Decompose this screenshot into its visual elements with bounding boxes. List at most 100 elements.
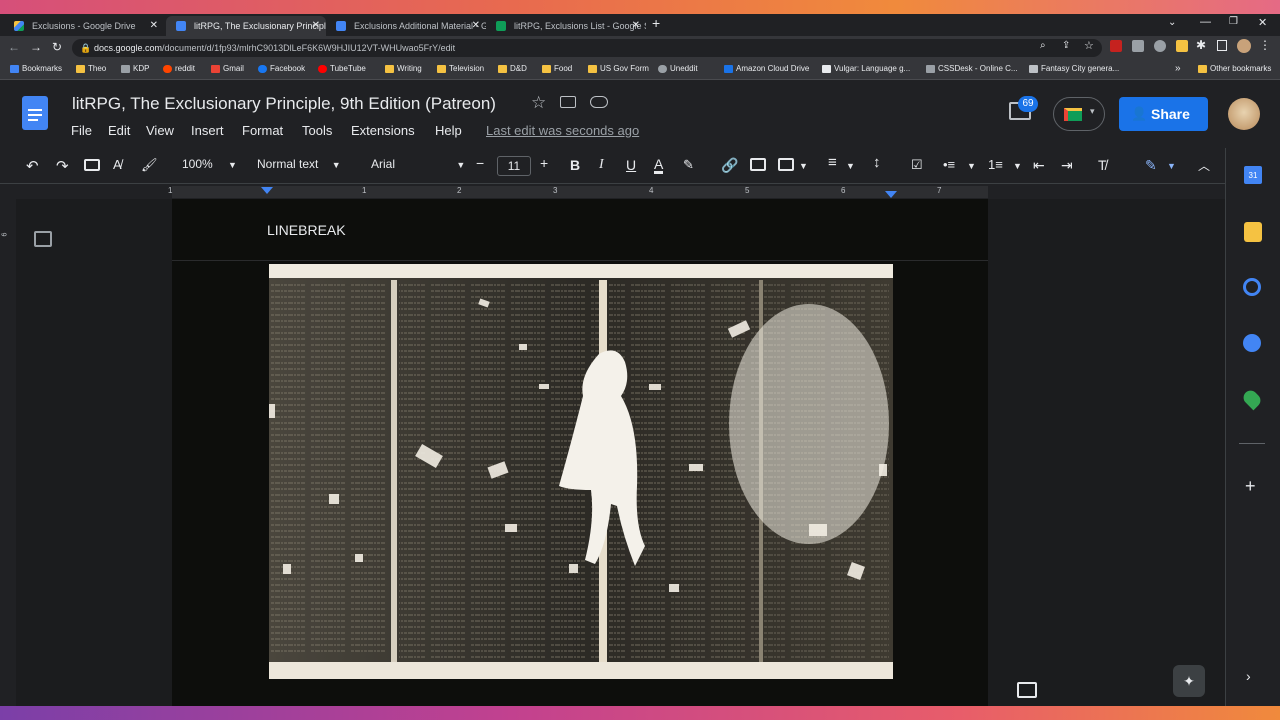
menu-view[interactable]: View: [146, 123, 174, 138]
contacts-icon[interactable]: [1243, 334, 1261, 352]
style-select[interactable]: Normal text ▼: [257, 157, 341, 171]
undo-icon[interactable]: ↶: [26, 157, 39, 175]
tab-exclusions-list[interactable]: litRPG, Exclusions List - Google S ✕: [486, 16, 646, 36]
zoom-select[interactable]: 100% ▼: [182, 157, 237, 171]
clear-formatting-icon[interactable]: T̸: [1098, 157, 1107, 173]
account-avatar[interactable]: [1228, 98, 1260, 130]
decrease-indent-icon[interactable]: ⇤: [1033, 157, 1045, 174]
tab-exclusionary-principle[interactable]: litRPG, The Exclusionary Principle ✕: [166, 16, 326, 36]
add-comment-floating-icon[interactable]: [1017, 682, 1037, 698]
bookmark-item[interactable]: Amazon Cloud Drive: [724, 64, 809, 73]
linebreak-text[interactable]: LINEBREAK: [267, 222, 346, 238]
bookmark-item[interactable]: Uneddit: [658, 64, 698, 73]
get-addons-icon[interactable]: +: [1245, 476, 1256, 497]
numbered-list-icon[interactable]: 1≡: [988, 157, 1003, 172]
add-comment-icon[interactable]: [750, 158, 766, 171]
extension-icon[interactable]: [1176, 40, 1188, 52]
keep-icon[interactable]: [1244, 222, 1262, 242]
bookmark-item[interactable]: Bookmarks: [10, 64, 62, 73]
checklist-icon[interactable]: ☑: [911, 157, 923, 173]
back-icon[interactable]: ←: [8, 40, 20, 54]
document-title[interactable]: litRPG, The Exclusionary Principle, 9th …: [72, 94, 496, 114]
bookmark-item[interactable]: US Gov Form: [588, 64, 649, 73]
sidebar-icon[interactable]: [1217, 40, 1227, 51]
italic-icon[interactable]: I: [599, 157, 604, 173]
bookmark-item[interactable]: Vulgar: Language g...: [822, 64, 910, 73]
bookmark-item[interactable]: Television: [437, 64, 484, 73]
bookmark-item[interactable]: D&D: [498, 64, 527, 73]
more-menu-icon[interactable]: ⋮: [1259, 38, 1271, 52]
line-spacing-icon[interactable]: ↕: [873, 154, 881, 171]
menu-help[interactable]: Help: [435, 123, 462, 138]
chevron-down-icon[interactable]: ▼: [1013, 161, 1022, 171]
menu-file[interactable]: File: [71, 123, 92, 138]
spellcheck-icon[interactable]: A̸: [113, 157, 122, 172]
bookmark-item[interactable]: Facebook: [258, 64, 305, 73]
other-bookmarks-folder[interactable]: Other bookmarks: [1198, 64, 1271, 73]
font-size-input[interactable]: 11: [497, 156, 531, 176]
increase-indent-icon[interactable]: ⇥: [1061, 157, 1073, 174]
paint-format-icon[interactable]: 🖌: [141, 157, 158, 173]
docs-logo-icon[interactable]: [22, 96, 48, 130]
bookmark-item[interactable]: Gmail: [211, 64, 244, 73]
zoom-icon[interactable]: ⌕: [1040, 40, 1046, 51]
close-icon[interactable]: ✕: [312, 16, 320, 36]
left-indent-marker[interactable]: [261, 187, 273, 194]
chevron-down-icon[interactable]: ▼: [799, 161, 808, 171]
extension-icon[interactable]: [1154, 40, 1166, 52]
tab-search-icon[interactable]: ⌄: [1168, 17, 1176, 28]
underline-icon[interactable]: U: [626, 157, 636, 173]
more-bookmarks-button[interactable]: »: [1175, 63, 1181, 74]
text-color-icon[interactable]: A: [654, 157, 664, 174]
embedded-image[interactable]: [269, 264, 893, 679]
menu-tools[interactable]: Tools: [302, 123, 332, 138]
last-edit-link[interactable]: Last edit was seconds ago: [486, 123, 639, 138]
bookmark-item[interactable]: Food: [542, 64, 572, 73]
reload-icon[interactable]: ↻: [52, 40, 62, 54]
extension-icon[interactable]: [1110, 40, 1122, 52]
close-window-button[interactable]: ✕: [1258, 16, 1267, 29]
puzzle-icon[interactable]: ✱: [1196, 38, 1206, 52]
extension-icon[interactable]: [1132, 40, 1144, 52]
share-button[interactable]: 👤 Share: [1119, 97, 1208, 131]
bookmark-star-icon[interactable]: ☆: [1084, 39, 1094, 52]
tasks-icon[interactable]: [1243, 278, 1261, 296]
meet-button[interactable]: ▾: [1053, 97, 1105, 131]
tab-additional-material[interactable]: Exclusions Additional Material - G ✕: [326, 16, 486, 36]
redo-icon[interactable]: ↷: [56, 157, 69, 175]
chevron-down-icon[interactable]: ▼: [967, 161, 976, 171]
profile-avatar[interactable]: [1237, 39, 1251, 53]
collapse-menus-icon[interactable]: ︿: [1198, 157, 1210, 174]
tab-drive[interactable]: Exclusions - Google Drive ✕: [4, 16, 164, 36]
bookmark-item[interactable]: TubeTube: [318, 64, 366, 73]
close-icon[interactable]: ✕: [150, 16, 158, 36]
highlight-icon[interactable]: ✎: [683, 157, 694, 173]
restore-button[interactable]: ❐: [1229, 16, 1238, 27]
close-icon[interactable]: ✕: [472, 16, 480, 36]
font-select[interactable]: Arial ▼: [371, 157, 465, 171]
show-side-panel-icon[interactable]: ›: [1246, 668, 1251, 684]
explore-button[interactable]: ✦: [1173, 665, 1205, 697]
align-left-icon[interactable]: ≡: [828, 154, 837, 171]
address-input[interactable]: 🔒 docs.google.com/document/d/1fp93/mlrhC…: [72, 39, 1102, 57]
forward-icon[interactable]: →: [30, 40, 42, 54]
decrease-font-button[interactable]: −: [476, 155, 484, 171]
menu-extensions[interactable]: Extensions: [351, 123, 415, 138]
move-folder-icon[interactable]: [560, 96, 576, 108]
menu-insert[interactable]: Insert: [191, 123, 224, 138]
bookmark-item[interactable]: KDP: [121, 64, 149, 73]
new-tab-button[interactable]: +: [652, 15, 660, 31]
bookmark-item[interactable]: Writing: [385, 64, 422, 73]
bookmark-item[interactable]: CSSDesk - Online C...: [926, 64, 1018, 73]
bookmark-item[interactable]: reddit: [163, 64, 195, 73]
print-icon[interactable]: [84, 159, 100, 171]
menu-edit[interactable]: Edit: [108, 123, 130, 138]
bookmark-item[interactable]: Fantasy City genera...: [1029, 64, 1119, 73]
bulleted-list-icon[interactable]: •≡: [943, 157, 955, 172]
insert-image-icon[interactable]: [778, 158, 794, 171]
editing-mode-icon[interactable]: ✎: [1145, 157, 1157, 174]
chevron-down-icon[interactable]: ▼: [846, 161, 855, 171]
bookmark-item[interactable]: Theo: [76, 64, 106, 73]
right-indent-marker[interactable]: [885, 191, 897, 198]
share-page-icon[interactable]: ⇪: [1062, 40, 1070, 51]
